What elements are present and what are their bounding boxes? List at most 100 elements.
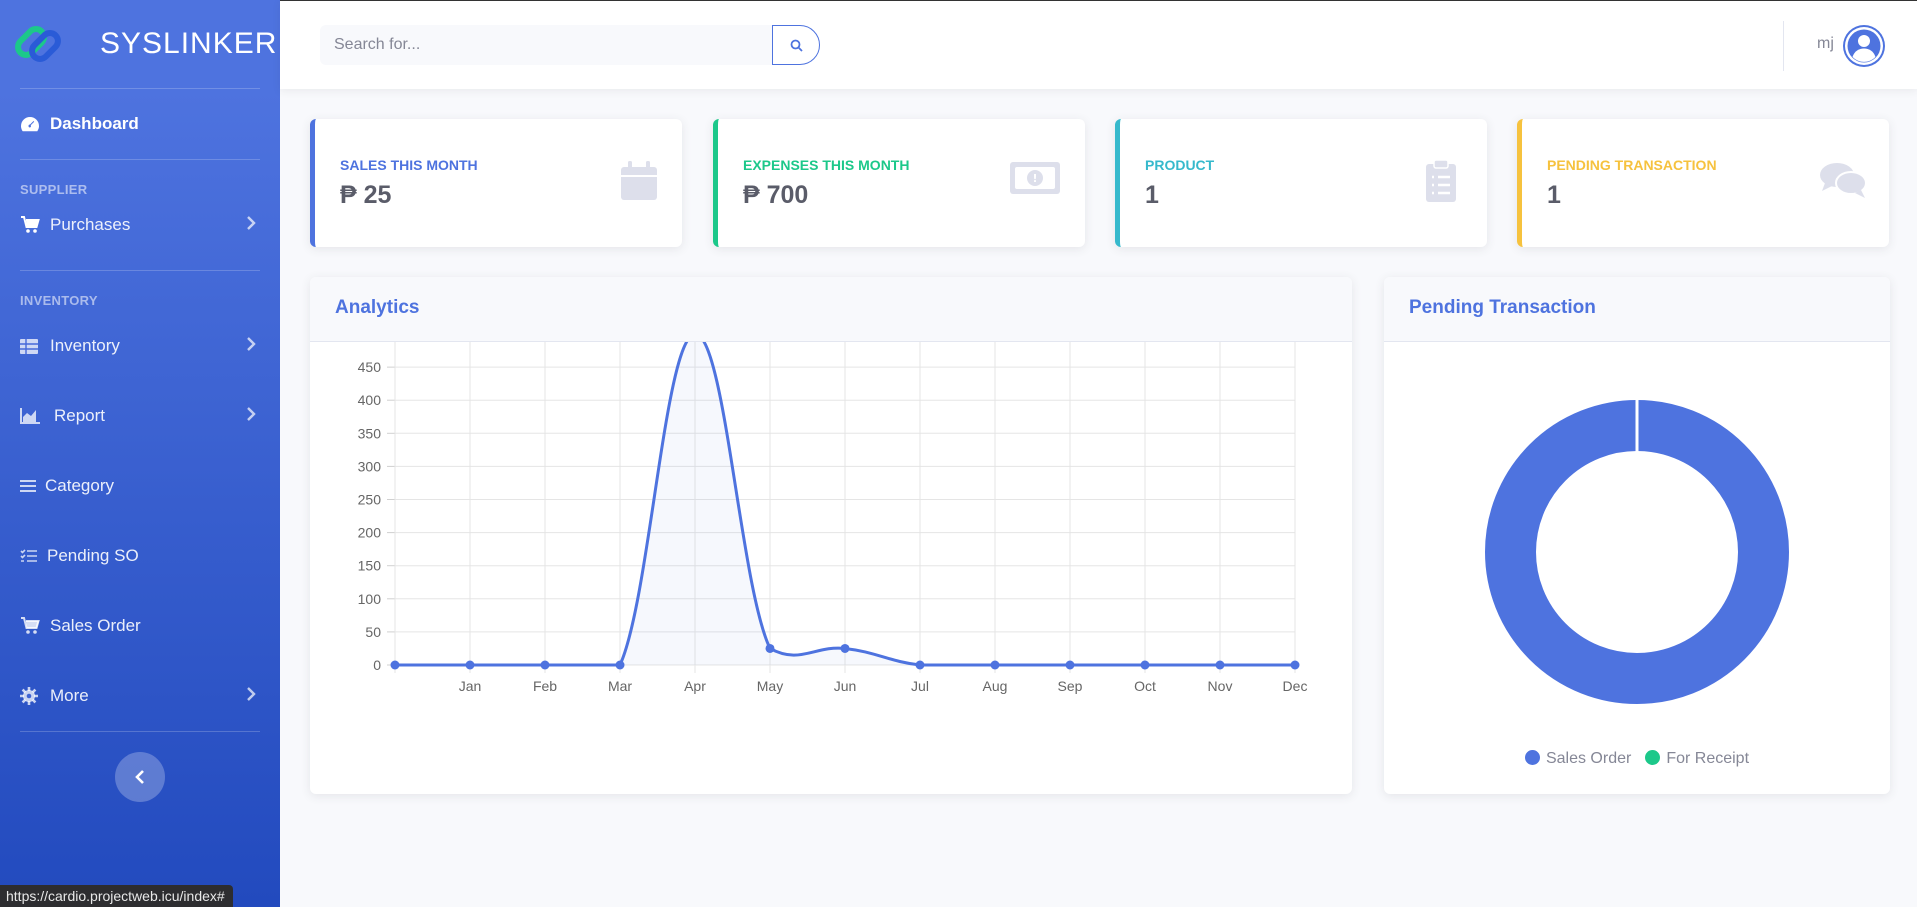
- list-check-icon: [20, 549, 47, 563]
- x-tick-label: Oct: [1134, 678, 1156, 694]
- pending-donut-chart: [1485, 399, 1789, 704]
- chart-legend: Sales Order For Receipt: [1384, 750, 1890, 768]
- y-tick-label: 50: [365, 624, 381, 640]
- line-data-point[interactable]: [1215, 660, 1225, 670]
- sidebar-item-category[interactable]: Category: [0, 451, 280, 521]
- y-tick-label: 350: [358, 425, 382, 441]
- line-data-point[interactable]: [390, 660, 400, 670]
- x-tick-label: Dec: [1283, 678, 1308, 694]
- legend-swatch: [1645, 750, 1661, 765]
- topbar: mj: [280, 0, 1917, 89]
- y-tick-label: 150: [358, 558, 382, 574]
- legend-item[interactable]: Sales Order: [1524, 750, 1632, 768]
- browser-status-url: https://cardio.projectweb.icu/index#: [0, 885, 233, 907]
- line-data-point[interactable]: [1140, 660, 1150, 670]
- line-data-point[interactable]: [540, 660, 550, 670]
- cart-icon: [20, 216, 50, 234]
- x-tick-label: May: [757, 678, 783, 694]
- stat-value: 1: [1145, 181, 1159, 209]
- sidebar-item-label: Inventory: [50, 336, 120, 355]
- user-avatar-icon: [1845, 27, 1883, 65]
- analytics-line-chart: 500450400350300250200150100500JanFebMarA…: [358, 342, 1308, 694]
- line-data-point[interactable]: [1065, 660, 1075, 670]
- panel-title: Pending Transaction: [1384, 277, 1890, 342]
- stat-card-expenses: EXPENSES THIS MONTH ₱ 700 !: [713, 119, 1085, 247]
- gear-icon: [20, 687, 50, 705]
- sidebar-item-label: Purchases: [50, 215, 131, 234]
- search-input[interactable]: [320, 25, 772, 65]
- calendar-icon: [620, 159, 658, 206]
- sidebar: SYSLINKER Dashboard SUPPLIER Purchases I…: [0, 0, 280, 907]
- stat-card-pending: PENDING TRANSACTION 1: [1517, 119, 1889, 247]
- chevron-left-icon: [135, 770, 144, 784]
- sidebar-item-sales-order[interactable]: Sales Order: [0, 591, 280, 661]
- line-data-point[interactable]: [840, 643, 850, 653]
- clipboard-list-icon: [1425, 159, 1457, 208]
- search-group: [320, 25, 820, 65]
- search-icon: [790, 39, 803, 52]
- money-bill-icon: !: [1009, 161, 1061, 200]
- sidebar-item-label: Dashboard: [50, 114, 139, 133]
- legend-label: Sales Order: [1545, 750, 1632, 767]
- x-tick-label: Jan: [459, 678, 482, 694]
- sidebar-heading-supplier: SUPPLIER: [20, 182, 88, 197]
- sidebar-item-more[interactable]: More: [0, 661, 280, 731]
- stat-card-product: PRODUCT 1: [1115, 119, 1487, 247]
- sidebar-item-label: More: [50, 686, 89, 705]
- sidebar-toggle-button[interactable]: [115, 752, 165, 802]
- sidebar-item-label: Sales Order: [50, 616, 141, 635]
- user-name[interactable]: mj: [1817, 35, 1834, 53]
- y-tick-label: 300: [358, 458, 382, 474]
- line-data-point[interactable]: [990, 660, 1000, 670]
- sidebar-item-dashboard[interactable]: Dashboard: [0, 89, 280, 159]
- chevron-right-icon: [246, 406, 256, 426]
- x-tick-label: Apr: [684, 678, 706, 694]
- svg-text:!: !: [1032, 172, 1037, 185]
- sidebar-divider: [20, 731, 260, 732]
- y-tick-label: 0: [373, 657, 381, 673]
- x-tick-label: Sep: [1058, 678, 1083, 694]
- table-icon: [20, 338, 50, 354]
- x-tick-label: Nov: [1208, 678, 1233, 694]
- line-data-point[interactable]: [1290, 660, 1300, 670]
- sidebar-item-label: Category: [45, 476, 114, 495]
- donut-slice[interactable]: [1485, 400, 1789, 704]
- avatar[interactable]: [1843, 25, 1885, 67]
- sidebar-item-purchases[interactable]: Purchases: [0, 200, 280, 250]
- line-data-point[interactable]: [465, 660, 475, 670]
- stat-value: 1: [1547, 181, 1561, 209]
- x-tick-label: Mar: [608, 678, 632, 694]
- brand-name: SYSLINKER: [100, 27, 278, 60]
- analytics-panel: Analytics 500450400350300250200150100500…: [310, 277, 1352, 794]
- y-tick-label: 200: [358, 525, 382, 541]
- stat-card-sales: SALES THIS MONTH ₱ 25: [310, 119, 682, 247]
- x-tick-label: Jul: [911, 678, 929, 694]
- legend-item[interactable]: For Receipt: [1645, 750, 1749, 768]
- x-tick-label: Jun: [834, 678, 857, 694]
- legend-swatch: [1524, 750, 1540, 765]
- comments-icon: [1819, 161, 1867, 206]
- tachometer-icon: [20, 115, 50, 133]
- sidebar-heading-inventory: INVENTORY: [20, 293, 98, 308]
- line-data-point[interactable]: [615, 660, 625, 670]
- stat-label: PENDING TRANSACTION: [1547, 157, 1717, 173]
- sidebar-item-report[interactable]: Report: [0, 381, 280, 451]
- line-data-point[interactable]: [765, 643, 775, 653]
- sidebar-item-label: Report: [54, 406, 106, 425]
- x-tick-label: Aug: [983, 678, 1008, 694]
- sidebar-item-pending-so[interactable]: Pending SO: [0, 521, 280, 591]
- x-tick-label: Feb: [533, 678, 557, 694]
- y-tick-label: 450: [358, 359, 382, 375]
- panel-title: Analytics: [310, 277, 1352, 342]
- y-tick-label: 100: [358, 591, 382, 607]
- stat-label: PRODUCT: [1145, 157, 1215, 173]
- stat-label: SALES THIS MONTH: [340, 157, 478, 173]
- sidebar-item-inventory[interactable]: Inventory: [0, 311, 280, 381]
- chevron-right-icon: [246, 215, 256, 235]
- y-tick-label: 250: [358, 492, 382, 508]
- brand[interactable]: SYSLINKER: [0, 0, 280, 88]
- stat-value: ₱ 700: [743, 181, 809, 209]
- line-data-point[interactable]: [915, 660, 925, 670]
- search-button[interactable]: [772, 25, 820, 65]
- area-chart-icon: [20, 408, 54, 424]
